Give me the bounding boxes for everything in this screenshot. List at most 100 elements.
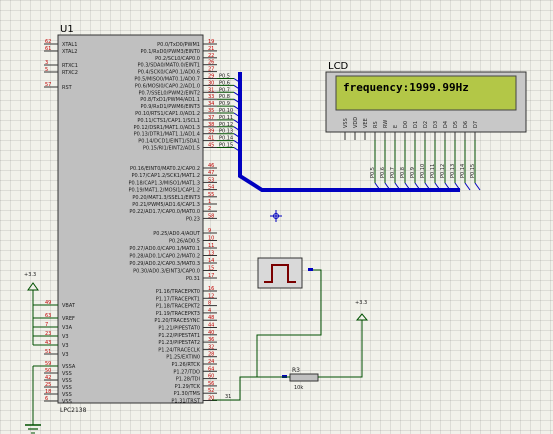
svg-text:40: 40 — [208, 330, 214, 336]
crosshair-cursor-icon — [270, 210, 282, 222]
svg-text:V3: V3 — [62, 334, 69, 340]
svg-text:P1.25/EXTIN0: P1.25/EXTIN0 — [166, 355, 200, 361]
svg-text:44: 44 — [208, 323, 214, 329]
svg-text:RS: RS — [373, 121, 379, 128]
lcd-net-2: P0.7 — [390, 140, 401, 191]
svg-text:17: 17 — [208, 273, 214, 279]
svg-text:35: 35 — [208, 108, 214, 114]
svg-text:VSS: VSS — [343, 118, 349, 128]
svg-text:39: 39 — [208, 129, 214, 135]
svg-text:P0.10/RTS1/CAP1.0/AD1.2: P0.10/RTS1/CAP1.0/AD1.2 — [135, 111, 200, 117]
svg-text:57: 57 — [45, 82, 51, 88]
svg-text:P1.31/TRST: P1.31/TRST — [171, 399, 201, 405]
svg-text:P0.9: P0.9 — [219, 101, 230, 107]
lcd-net-0: P0.5 — [370, 140, 381, 191]
svg-text:16: 16 — [208, 286, 214, 292]
svg-text:62: 62 — [45, 39, 51, 45]
svg-text:D2: D2 — [423, 121, 429, 128]
schematic-canvas[interactable]: U1 LPC2138 62 XTAL1 61 XTAL2 3 RTXC1 5 RTXC2 57 R… — [0, 0, 553, 434]
svg-text:VSS: VSS — [62, 392, 72, 398]
svg-text:+3.3: +3.3 — [24, 272, 36, 278]
svg-text:P0.13/DTR1/MAT1.1/AD1.4: P0.13/DTR1/MAT1.1/AD1.4 — [134, 132, 200, 138]
mcu-part-label: LPC2138 — [60, 407, 87, 414]
lcd-net-10: P0.15 — [470, 140, 481, 191]
svg-text:P0.12: P0.12 — [440, 164, 446, 178]
svg-text:P0.28/AD0.1/CAP0.2/MAT0.2: P0.28/AD0.1/CAP0.2/MAT0.2 — [129, 254, 200, 260]
svg-text:XTAL2: XTAL2 — [62, 49, 77, 55]
signal-generator[interactable] — [257, 257, 313, 289]
svg-text:11: 11 — [208, 243, 214, 249]
svg-text:R3: R3 — [292, 367, 300, 374]
svg-text:P0.30/AD0.3/EINT3/CAP0.0: P0.30/AD0.3/EINT3/CAP0.0 — [133, 269, 200, 275]
svg-text:VREF: VREF — [62, 316, 75, 322]
svg-text:P0.10: P0.10 — [219, 108, 233, 114]
lcd-module[interactable]: LCD frequency:1999.99Hz VSS VDD VEE RS RW E D0… — [325, 61, 527, 140]
lcd-net-5: P0.10 — [420, 140, 431, 191]
svg-text:P0.20/MAT1.3/SSEL1/EINT3: P0.20/MAT1.3/SSEL1/EINT3 — [132, 195, 200, 201]
svg-text:45: 45 — [208, 143, 214, 149]
svg-text:P0.16/EINT0/MAT0.2/CAP0.2: P0.16/EINT0/MAT0.2/CAP0.2 — [130, 166, 200, 172]
svg-text:19: 19 — [208, 39, 214, 45]
power-symbol-left: +3.3 — [24, 272, 58, 346]
mcu-ref-label: U1 — [60, 24, 74, 35]
svg-text:P0.19/MAT1.2/MOSI1/CAP1.2: P0.19/MAT1.2/MOSI1/CAP1.2 — [128, 188, 200, 194]
svg-text:P0.26/AD0.5: P0.26/AD0.5 — [169, 239, 200, 245]
svg-text:P1.27/TDO: P1.27/TDO — [173, 369, 200, 375]
svg-text:P1.16/TRACEPKT0: P1.16/TRACEPKT0 — [156, 289, 200, 295]
svg-text:P1.22/PIPESTAT1: P1.22/PIPESTAT1 — [158, 333, 200, 339]
svg-text:22: 22 — [208, 53, 214, 59]
svg-text:28: 28 — [208, 352, 214, 358]
svg-text:6: 6 — [45, 396, 48, 402]
svg-text:P0.8: P0.8 — [400, 167, 406, 178]
svg-text:P0.0/TxD0/PWM1: P0.0/TxD0/PWM1 — [157, 42, 200, 48]
svg-text:1: 1 — [208, 199, 211, 205]
svg-text:P0.11: P0.11 — [430, 164, 436, 178]
svg-text:60: 60 — [208, 374, 214, 380]
svg-text:52: 52 — [208, 388, 214, 394]
svg-text:P0.6: P0.6 — [380, 167, 386, 178]
svg-text:V3: V3 — [62, 343, 69, 349]
svg-text:41: 41 — [208, 136, 214, 142]
svg-text:P0.12/DSR1/MAT1.0/AD1.3: P0.12/DSR1/MAT1.0/AD1.3 — [134, 125, 200, 131]
svg-text:34: 34 — [208, 101, 214, 107]
svg-text:P0.13: P0.13 — [219, 129, 233, 135]
svg-text:P0.15/RI1/EINT2/AD1.5: P0.15/RI1/EINT2/AD1.5 — [143, 146, 200, 152]
svg-text:XTAL1: XTAL1 — [62, 42, 77, 48]
svg-text:47: 47 — [208, 170, 214, 176]
pullup-wire — [212, 320, 363, 401]
svg-text:21: 21 — [208, 46, 214, 52]
svg-text:VSSA: VSSA — [62, 364, 76, 370]
svg-text:30: 30 — [208, 80, 214, 86]
svg-text:P0.12: P0.12 — [219, 122, 233, 128]
resistor-r3[interactable]: R3 10k — [282, 367, 319, 391]
svg-text:P1.17/TRACEPKT1: P1.17/TRACEPKT1 — [156, 296, 200, 302]
svg-text:VSS: VSS — [62, 378, 72, 384]
svg-text:46: 46 — [208, 163, 214, 169]
svg-text:P0.5: P0.5 — [370, 167, 376, 178]
svg-text:42: 42 — [45, 375, 51, 381]
svg-text:18: 18 — [45, 389, 51, 395]
svg-text:P0.21/PWM5/AD1.6/CAP1.3: P0.21/PWM5/AD1.6/CAP1.3 — [132, 202, 200, 208]
lcd-net-3: P0.8 — [400, 140, 411, 191]
svg-text:P0.17/CAP1.2/SCK1/MAT1.2: P0.17/CAP1.2/SCK1/MAT1.2 — [131, 173, 200, 179]
svg-text:20: 20 — [208, 396, 214, 402]
svg-text:P0.2/SCL0/CAP0.0: P0.2/SCL0/CAP0.0 — [155, 56, 200, 62]
svg-text:V3: V3 — [62, 352, 69, 358]
svg-text:P1.30/TMS: P1.30/TMS — [174, 391, 200, 397]
svg-text:24: 24 — [208, 359, 214, 365]
svg-text:P0.14: P0.14 — [219, 136, 233, 142]
lcd-net-9: P0.14 — [460, 140, 471, 191]
svg-text:P0.31: P0.31 — [186, 276, 200, 282]
svg-text:37: 37 — [208, 115, 214, 121]
svg-text:D4: D4 — [443, 121, 449, 128]
svg-text:D6: D6 — [463, 121, 469, 128]
svg-text:+3.3: +3.3 — [355, 300, 367, 306]
svg-text:RW: RW — [383, 120, 389, 128]
svg-text:P0.7/SSEL0/PWM2/EINT2: P0.7/SSEL0/PWM2/EINT2 — [138, 90, 200, 96]
schematic-drawing: U1 LPC2138 62 XTAL161 XTAL23 RTXC15 RTXC257 R… — [24, 24, 527, 434]
svg-text:P0.18/CAP1.3/MISO1/MAT1.3: P0.18/CAP1.3/MISO1/MAT1.3 — [128, 180, 200, 186]
svg-text:27: 27 — [208, 67, 214, 73]
svg-text:55: 55 — [208, 192, 214, 198]
svg-text:D5: D5 — [453, 121, 459, 128]
svg-text:P0.11/CTS1/CAP1.1/SCL1: P0.11/CTS1/CAP1.1/SCL1 — [137, 118, 200, 124]
